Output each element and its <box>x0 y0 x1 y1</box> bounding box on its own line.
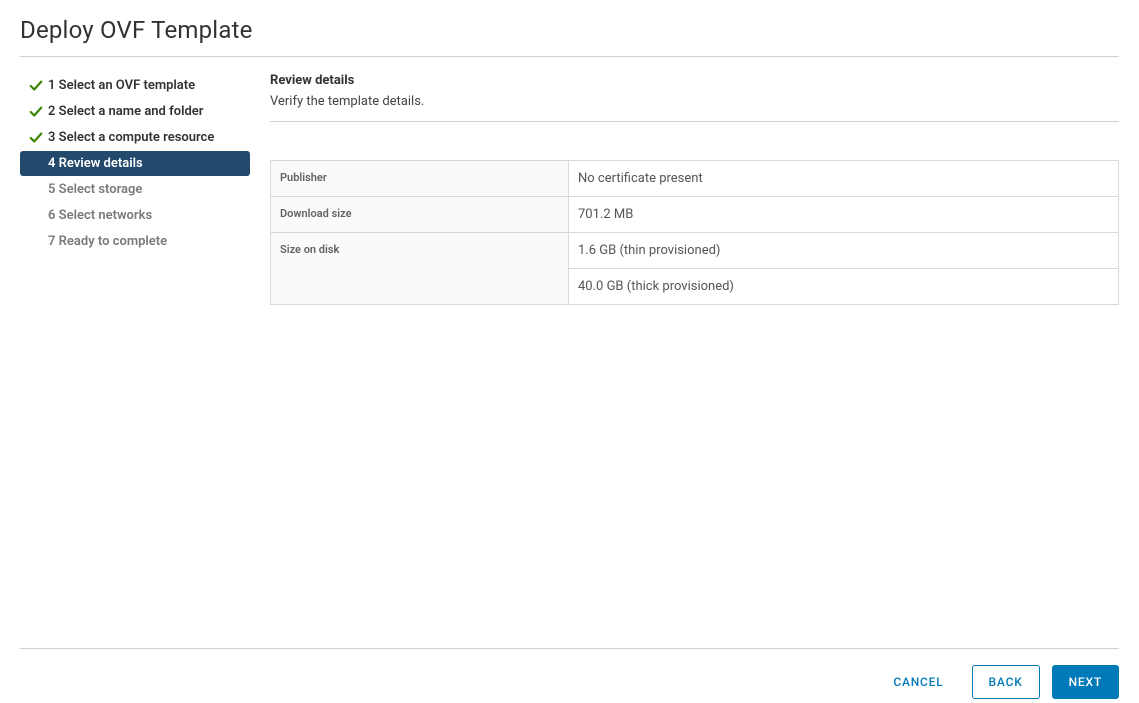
detail-label: Size on disk <box>271 233 569 305</box>
detail-label: Download size <box>271 197 569 233</box>
panel-subtitle: Verify the template details. <box>270 94 1119 109</box>
main-panel: Review details Verify the template detai… <box>250 73 1119 648</box>
step-label: 5 Select storage <box>48 182 142 197</box>
step-select-networks: 6 Select networks <box>20 203 250 228</box>
table-row: Publisher No certificate present <box>271 161 1119 197</box>
wizard-footer: CANCEL BACK NEXT <box>20 648 1119 699</box>
table-row: Size on disk 1.6 GB (thin provisioned) <box>271 233 1119 269</box>
detail-label: Publisher <box>271 161 569 197</box>
step-label: 4 Review details <box>48 156 143 171</box>
check-icon <box>28 79 44 93</box>
back-button[interactable]: BACK <box>972 665 1040 699</box>
detail-value: 40.0 GB (thick provisioned) <box>569 269 1119 305</box>
panel-title: Review details <box>270 73 1119 88</box>
step-label: 2 Select a name and folder <box>48 104 203 119</box>
next-button[interactable]: NEXT <box>1052 665 1119 699</box>
review-details-table: Publisher No certificate present Downloa… <box>270 160 1119 305</box>
table-row: Download size 701.2 MB <box>271 197 1119 233</box>
detail-value: 1.6 GB (thin provisioned) <box>569 233 1119 269</box>
step-ready-to-complete: 7 Ready to complete <box>20 229 250 254</box>
check-icon <box>28 105 44 119</box>
step-label: 7 Ready to complete <box>48 234 167 249</box>
panel-divider <box>270 121 1119 122</box>
step-review-details[interactable]: 4 Review details <box>20 151 250 176</box>
step-select-compute-resource[interactable]: 3 Select a compute resource <box>20 125 250 150</box>
step-select-storage: 5 Select storage <box>20 177 250 202</box>
detail-value: 701.2 MB <box>569 197 1119 233</box>
step-label: 6 Select networks <box>48 208 152 223</box>
detail-value: No certificate present <box>569 161 1119 197</box>
step-select-ovf-template[interactable]: 1 Select an OVF template <box>20 73 250 98</box>
step-label: 1 Select an OVF template <box>48 78 195 93</box>
wizard-sidebar: 1 Select an OVF template 2 Select a name… <box>20 73 250 648</box>
check-icon <box>28 131 44 145</box>
cancel-button[interactable]: CANCEL <box>877 666 959 698</box>
step-label: 3 Select a compute resource <box>48 130 214 145</box>
dialog-title: Deploy OVF Template <box>20 16 1119 57</box>
step-select-name-folder[interactable]: 2 Select a name and folder <box>20 99 250 124</box>
